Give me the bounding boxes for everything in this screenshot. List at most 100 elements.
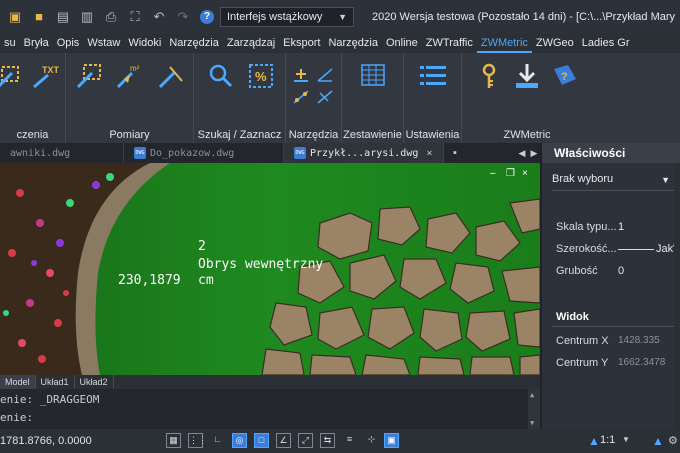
prop-label-centrum-y: Centrum Y bbox=[556, 357, 609, 369]
cross-line-icon[interactable] bbox=[316, 89, 334, 105]
tab-zwgeo[interactable]: ZWGeo bbox=[532, 33, 578, 53]
tab-scroll-left-icon[interactable]: ◀ bbox=[516, 143, 528, 163]
tab-scroll-right-icon[interactable]: ▶ bbox=[528, 143, 540, 163]
doc-tab-do-pokazow[interactable]: DWG Do_pokazow.dwg bbox=[124, 143, 284, 163]
area-label-value: 230,1879 bbox=[118, 273, 181, 288]
dwg-file-icon: DWG bbox=[134, 147, 146, 159]
coordinates-readout: 1781.8766, 0.0000 bbox=[0, 435, 92, 447]
prop-value-skala[interactable]: 1 bbox=[618, 221, 624, 233]
search-icon[interactable] bbox=[206, 61, 236, 91]
tab-model[interactable]: Model bbox=[0, 375, 36, 389]
annotation-scale-icon[interactable]: ▲ bbox=[588, 434, 600, 448]
snap-grid-icon[interactable]: ⋮⋮ bbox=[188, 433, 207, 448]
restore-icon[interactable]: ❐ bbox=[506, 169, 516, 179]
prop-label-skala: Skala typu... bbox=[556, 221, 617, 233]
drawing-canvas[interactable]: 2 Obrys wewnętrzny 230,1879 cm – ❐ × bbox=[0, 163, 540, 375]
lineweight-icon[interactable]: ≡ bbox=[342, 433, 357, 448]
chevron-down-icon[interactable]: ▼ bbox=[622, 435, 630, 444]
key-icon[interactable] bbox=[474, 61, 504, 91]
workspace-select[interactable]: Interfejs wstążkowy ▼ bbox=[220, 6, 354, 27]
close-icon[interactable]: × bbox=[522, 169, 532, 179]
add-point-icon[interactable] bbox=[292, 67, 310, 83]
tab-narzedzia-2[interactable]: Narzędzia bbox=[324, 33, 382, 53]
ortho-icon[interactable]: ∟ bbox=[210, 433, 225, 448]
command-history: enie: _DRAGGEOM bbox=[0, 393, 100, 406]
grid-display-icon[interactable]: ▦ bbox=[166, 433, 181, 448]
ribbon-panel: TXT czenia m² Pomiary % Szukaj / Zaznacz… bbox=[0, 53, 680, 143]
save-as-icon[interactable]: ▥ bbox=[78, 8, 96, 26]
help-icon[interactable]: ? bbox=[200, 9, 214, 24]
title-bar: ▣ ■ ▤ ▥ ⎙ ⛶ ↶ ↷ ? Interfejs wstążkowy ▼ … bbox=[0, 0, 680, 33]
tab-zarzadzaj[interactable]: Zarządzaj bbox=[223, 33, 279, 53]
ribbon-group-czenia: TXT czenia bbox=[0, 53, 66, 143]
ribbon-group-szukaj: % Szukaj / Zaznacz bbox=[194, 53, 286, 143]
tab-widoki[interactable]: Widoki bbox=[124, 33, 165, 53]
command-prompt[interactable]: enie: bbox=[0, 411, 33, 424]
scroll-up-icon[interactable]: ▲ bbox=[530, 391, 534, 399]
ribbon-tabs: su Bryła Opis Wstaw Widoki Narzędzia Zar… bbox=[0, 33, 680, 53]
ribbon-group-title: Ustawienia bbox=[405, 129, 460, 141]
object-snap-icon[interactable]: □ bbox=[254, 433, 269, 448]
new-tab-icon[interactable]: ▪ bbox=[444, 143, 466, 163]
help-book-icon[interactable]: ? bbox=[550, 61, 580, 91]
ribbon-group-ustawienia: Ustawienia bbox=[404, 53, 462, 143]
object-tracking-icon[interactable]: ∠ bbox=[276, 433, 291, 448]
save-icon[interactable]: ▤ bbox=[54, 8, 72, 26]
doc-tab-przyklad[interactable]: DWG Przykł...arysi.dwg × bbox=[284, 143, 444, 163]
chevron-down-icon: ▼ bbox=[661, 175, 670, 185]
measure-area-icon[interactable] bbox=[74, 61, 104, 91]
minimize-icon[interactable]: – bbox=[490, 169, 500, 179]
tab-uklad1[interactable]: Układ1 bbox=[36, 375, 75, 389]
download-icon[interactable] bbox=[512, 61, 542, 91]
tab-zwmetric[interactable]: ZWMetric bbox=[476, 33, 532, 53]
redo-icon[interactable]: ↷ bbox=[174, 8, 192, 26]
tab-online[interactable]: Online bbox=[382, 33, 422, 53]
tab-uklad2[interactable]: Układ2 bbox=[75, 375, 114, 389]
ribbon-group-title: Pomiary bbox=[109, 129, 150, 141]
measure-length-icon[interactable] bbox=[156, 61, 186, 91]
tab-ladies[interactable]: Ladies Gr bbox=[578, 33, 634, 53]
quick-access-menu-icon[interactable]: ▣ bbox=[6, 8, 24, 26]
tab-su[interactable]: su bbox=[0, 33, 20, 53]
selection-dropdown-value: Brak wyboru bbox=[552, 173, 614, 185]
tab-narzedzia[interactable]: Narzędzia bbox=[165, 33, 223, 53]
print-icon[interactable]: ⎙ bbox=[102, 8, 120, 26]
viewport-controls: – ❐ × bbox=[490, 169, 532, 179]
zoom-extents-icon[interactable]: ⛶ bbox=[126, 8, 144, 26]
angle-icon[interactable] bbox=[316, 67, 334, 83]
line-points-icon[interactable] bbox=[292, 89, 310, 105]
workspace-gear-icon[interactable]: ⚙ bbox=[668, 434, 678, 447]
tab-eksport[interactable]: Eksport bbox=[279, 33, 324, 53]
selection-cycling-icon[interactable]: ▣ bbox=[384, 433, 399, 448]
open-folder-icon[interactable]: ■ bbox=[30, 8, 48, 26]
layout-tabs: Model Układ1 Układ2 bbox=[0, 375, 540, 389]
section-widok[interactable]: Widok bbox=[552, 311, 680, 327]
command-line[interactable]: enie: _DRAGGEOM enie: ▲ ▼ bbox=[0, 389, 540, 429]
undo-icon[interactable]: ↶ bbox=[150, 8, 168, 26]
point-icon[interactable] bbox=[0, 61, 26, 91]
measure-m2-icon[interactable]: m² bbox=[114, 61, 144, 91]
properties-scrollbar[interactable] bbox=[674, 163, 680, 429]
doc-tab-awniki[interactable]: awniki.dwg bbox=[0, 143, 124, 163]
tab-zwtraffic[interactable]: ZWTraffic bbox=[422, 33, 477, 53]
select-percent-icon[interactable]: % bbox=[246, 61, 276, 91]
ribbon-group-title: Zestawienie bbox=[343, 129, 402, 141]
tab-opis[interactable]: Opis bbox=[53, 33, 84, 53]
tab-wstaw[interactable]: Wstaw bbox=[83, 33, 124, 53]
selection-dropdown[interactable]: Brak wyboru ▼ bbox=[552, 173, 680, 191]
annotation-visibility-icon[interactable]: ▲ bbox=[652, 434, 664, 448]
tab-bryla[interactable]: Bryła bbox=[20, 33, 53, 53]
text-label-icon[interactable]: TXT bbox=[30, 61, 60, 91]
quick-properties-icon[interactable]: ⊹ bbox=[364, 433, 379, 448]
dynamic-input-icon[interactable]: ⤢ bbox=[298, 433, 313, 448]
command-scrollbar[interactable]: ▲ ▼ bbox=[528, 389, 540, 429]
list-settings-icon[interactable] bbox=[418, 61, 448, 91]
prop-value-grubosc[interactable]: 0 bbox=[618, 265, 624, 277]
doc-tab-label: Do_pokazow.dwg bbox=[150, 147, 235, 159]
table-report-icon[interactable] bbox=[358, 61, 388, 91]
annotation-scale-value[interactable]: 1:1 bbox=[600, 434, 615, 446]
close-icon[interactable]: × bbox=[426, 148, 432, 159]
dynamic-ucs-icon[interactable]: ⇆ bbox=[320, 433, 335, 448]
polar-tracking-icon[interactable]: ◎ bbox=[232, 433, 247, 448]
scroll-down-icon[interactable]: ▼ bbox=[530, 419, 534, 427]
